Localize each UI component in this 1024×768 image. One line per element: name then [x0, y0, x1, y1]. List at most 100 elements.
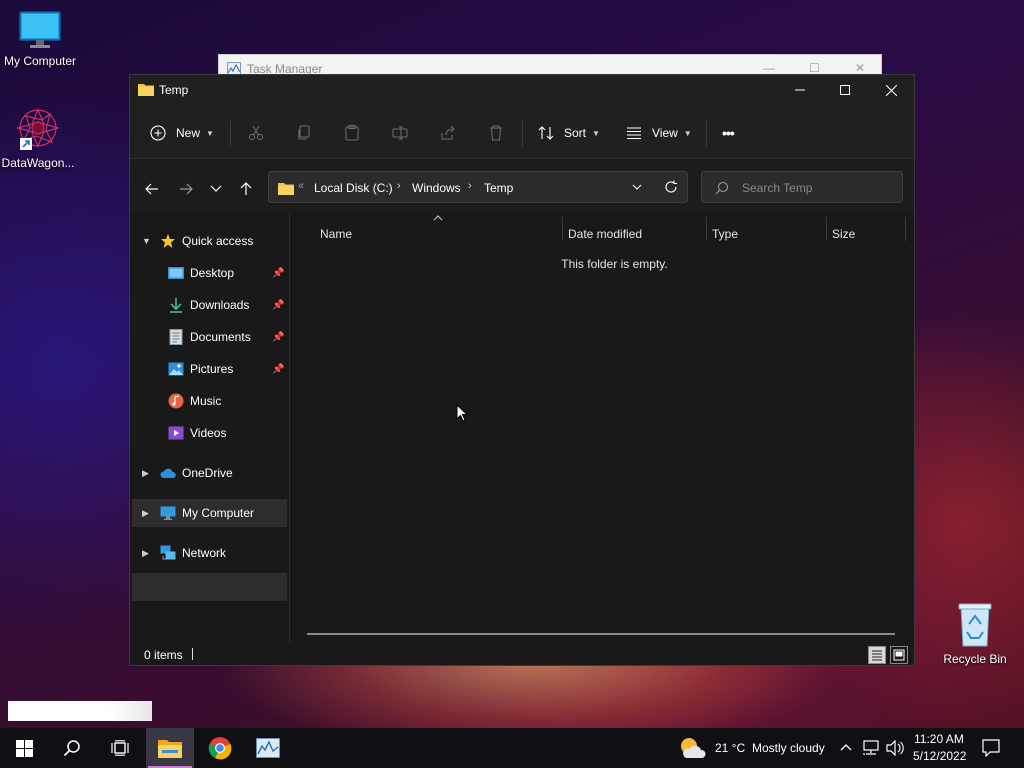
- column-header-name[interactable]: Name: [320, 227, 352, 241]
- folder-icon: [138, 84, 154, 96]
- sidebar-item-documents[interactable]: Documents 📌: [132, 323, 287, 351]
- desktop-icon-datawagon[interactable]: DataWagon...: [0, 106, 78, 170]
- forward-button[interactable]: [176, 179, 196, 199]
- column-divider[interactable]: [706, 217, 707, 241]
- rename-icon[interactable]: [392, 125, 408, 141]
- file-list[interactable]: Name Date modified Type Size This folder…: [290, 213, 915, 643]
- close-icon[interactable]: ✕: [855, 61, 865, 75]
- weather-temperature[interactable]: 21 °C: [715, 741, 745, 755]
- breadcrumb-separator[interactable]: ›: [397, 180, 401, 192]
- tiles-view-button[interactable]: [890, 646, 908, 664]
- column-divider[interactable]: [562, 217, 563, 241]
- navigation-bar: « Local Disk (C:) › Windows › Temp Searc…: [130, 159, 914, 213]
- tiles-view-icon: [893, 649, 905, 661]
- clock-time[interactable]: 11:20 AM: [914, 732, 964, 746]
- sort-button[interactable]: Sort ▼: [538, 121, 600, 145]
- cloud-icon: [160, 468, 176, 478]
- desktop-icon-recycle-bin[interactable]: Recycle Bin: [935, 602, 1015, 666]
- column-divider[interactable]: [905, 217, 906, 241]
- column-header-type[interactable]: Type: [712, 227, 738, 241]
- search-box[interactable]: Search Temp: [701, 171, 903, 203]
- view-button[interactable]: View ▼: [626, 121, 692, 145]
- recent-locations-button[interactable]: [206, 179, 226, 199]
- weather-partly-cloudy-icon[interactable]: [678, 736, 706, 760]
- sidebar-item-pictures[interactable]: Pictures 📌: [132, 355, 287, 383]
- details-view-icon: [872, 650, 882, 661]
- column-header-size[interactable]: Size: [832, 227, 855, 241]
- column-header-date-modified[interactable]: Date modified: [568, 227, 642, 241]
- maximize-button[interactable]: [822, 75, 868, 105]
- search-placeholder: Search Temp: [742, 181, 813, 195]
- back-button[interactable]: [142, 179, 162, 199]
- more-options-button[interactable]: •••: [722, 121, 735, 145]
- search-button[interactable]: [48, 728, 96, 768]
- clock-date[interactable]: 5/12/2022: [913, 749, 966, 763]
- sidebar-item-network[interactable]: ▶ Network: [132, 539, 287, 567]
- sort-icon: [538, 126, 554, 140]
- chevron-right-icon[interactable]: ▶: [142, 468, 149, 479]
- sidebar-item-label: Documents: [190, 330, 251, 344]
- delete-icon[interactable]: [488, 125, 504, 141]
- notification-icon[interactable]: [982, 739, 1000, 757]
- weather-condition[interactable]: Mostly cloudy: [752, 741, 825, 755]
- chevron-down-icon: ▼: [683, 128, 692, 138]
- details-view-button[interactable]: [868, 646, 886, 664]
- sidebar-item-my-computer[interactable]: ▶ My Computer: [132, 499, 287, 527]
- minimize-button[interactable]: [777, 75, 823, 105]
- sidebar-item-label: Network: [182, 546, 227, 560]
- taskbar-chrome[interactable]: [196, 728, 244, 768]
- sidebar-item-my-computer[interactable]: [132, 573, 287, 601]
- sort-label: Sort: [564, 126, 587, 140]
- start-button[interactable]: [0, 728, 48, 768]
- chevron-down-icon[interactable]: [632, 184, 642, 191]
- breadcrumb-separator[interactable]: ›: [468, 180, 472, 192]
- address-bar[interactable]: « Local Disk (C:) › Windows › Temp: [268, 171, 688, 203]
- network-icon[interactable]: [862, 740, 880, 756]
- sidebar-item-quick-access[interactable]: ▼ Quick access: [132, 227, 287, 255]
- taskbar-file-explorer[interactable]: [146, 728, 194, 768]
- sidebar-item-label: Downloads: [190, 298, 250, 312]
- search-icon: [715, 181, 729, 195]
- breadcrumb-windows[interactable]: Windows: [412, 181, 461, 195]
- sidebar-item-onedrive[interactable]: ▶ OneDrive: [132, 459, 287, 487]
- sidebar-item-videos[interactable]: Videos: [132, 419, 287, 447]
- view-label: View: [652, 126, 678, 140]
- chevron-right-icon[interactable]: ▶: [142, 548, 149, 559]
- search-icon: [63, 740, 80, 757]
- title-bar[interactable]: Temp: [130, 75, 914, 105]
- status-bar: 0 items: [130, 643, 914, 667]
- task-view-button[interactable]: [96, 728, 144, 768]
- close-button[interactable]: [868, 75, 914, 105]
- column-divider[interactable]: [826, 217, 827, 241]
- divider: [706, 121, 707, 147]
- volume-icon[interactable]: [886, 740, 904, 756]
- breadcrumb-local-disk[interactable]: Local Disk (C:): [314, 181, 393, 195]
- pictures-folder-icon: [168, 362, 184, 376]
- chevron-down-icon[interactable]: ▼: [142, 236, 151, 246]
- minimize-icon[interactable]: —: [763, 61, 775, 75]
- file-explorer-window[interactable]: Temp New ▼ Sort ▼ View ▼ ••• « Local Dis…: [129, 74, 915, 666]
- desktop-input-box[interactable]: [8, 701, 152, 721]
- copy-icon[interactable]: [296, 125, 312, 141]
- new-button[interactable]: New ▼: [150, 121, 214, 145]
- breadcrumb-temp[interactable]: Temp: [484, 181, 513, 195]
- maximize-icon[interactable]: ☐: [809, 61, 820, 75]
- pin-icon: 📌: [272, 299, 285, 311]
- share-icon[interactable]: [440, 125, 456, 141]
- desktop-icon-label: My Computer: [3, 54, 77, 68]
- sidebar-item-downloads[interactable]: Downloads 📌: [132, 291, 287, 319]
- cut-icon[interactable]: [248, 125, 264, 141]
- chevron-right-icon[interactable]: ▶: [142, 508, 149, 519]
- breadcrumb-overflow[interactable]: «: [298, 180, 304, 192]
- chevron-up-icon[interactable]: [840, 743, 852, 751]
- sidebar-item-desktop[interactable]: Desktop 📌: [132, 259, 287, 287]
- up-button[interactable]: [236, 179, 256, 199]
- more-icon: •••: [722, 125, 735, 141]
- refresh-icon[interactable]: [664, 180, 678, 194]
- divider: [230, 121, 231, 147]
- paste-icon[interactable]: [344, 125, 360, 141]
- horizontal-scrollbar[interactable]: [307, 633, 895, 635]
- taskbar-task-manager[interactable]: [244, 728, 292, 768]
- desktop-icon-my-computer[interactable]: My Computer: [0, 10, 80, 68]
- sidebar-item-music[interactable]: Music: [132, 387, 287, 415]
